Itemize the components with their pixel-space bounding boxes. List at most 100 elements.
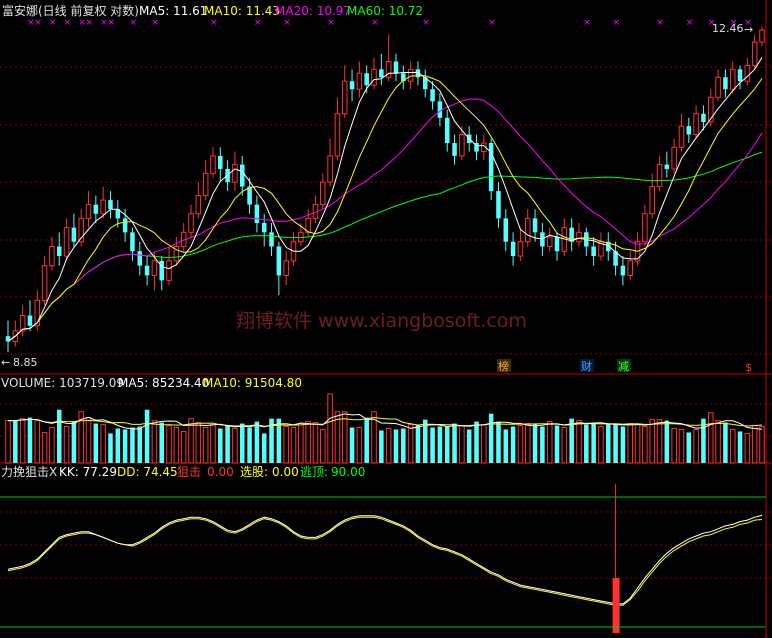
candle-body (188, 213, 194, 233)
top-signal-mark: × (371, 18, 379, 28)
volume-bar (620, 426, 626, 463)
indicator-title: 力挽狙击X (1, 465, 57, 479)
ma10-legend: MA10: 11.43 (204, 4, 280, 18)
volume-bar (613, 424, 618, 463)
candle-body (393, 61, 399, 74)
candle-body (488, 143, 494, 192)
tag-cai[interactable]: 财 (581, 359, 592, 373)
candle-body (261, 222, 267, 233)
volume-bar (364, 417, 369, 463)
top-signal-mark: × (583, 18, 591, 28)
candle-body (517, 241, 524, 257)
volume-bar (554, 425, 560, 463)
candle-body (122, 218, 128, 233)
tag-dollar[interactable]: $ (745, 361, 752, 374)
candle-body (93, 204, 99, 214)
top-signal-mark: × (86, 18, 94, 28)
volume-bar (715, 420, 721, 464)
volume-bar (218, 428, 223, 463)
candle-body (576, 231, 582, 243)
volume-bar (481, 424, 487, 464)
candle-body (41, 265, 48, 301)
top-signal-mark: × (64, 18, 72, 28)
volume-bar (19, 418, 26, 464)
candle-body (144, 265, 150, 276)
ma20-legend: MA20: 10.97 (275, 4, 351, 18)
tag-jian[interactable]: 减 (618, 360, 629, 373)
volume-bar (524, 423, 531, 464)
volume-bar (686, 432, 692, 463)
volume-bar (401, 428, 406, 463)
candle-body (701, 113, 706, 122)
volume-bar (474, 421, 479, 463)
volume-bar (693, 428, 699, 464)
candle-body (656, 164, 663, 188)
volume-bar (649, 419, 655, 464)
ma60-legend: MA60: 10.72 (347, 4, 423, 18)
volume-bar (723, 422, 728, 463)
candle-body (678, 125, 685, 148)
top-signal-mark: × (283, 18, 291, 28)
top-signal-mark: × (488, 18, 496, 28)
tag-bang[interactable]: 榜 (498, 359, 509, 373)
volume-bar (584, 424, 589, 463)
volume-bar (729, 428, 736, 464)
candle-body (108, 200, 113, 210)
volume-bar (305, 421, 311, 464)
candle-body (715, 76, 721, 98)
volume-bar (546, 421, 553, 464)
candle (488, 138, 494, 201)
volume-bar (437, 426, 443, 463)
candle-body (364, 73, 369, 86)
volume-bar (108, 433, 113, 463)
volume-bar (290, 427, 297, 464)
volume-bar (356, 427, 363, 464)
top-signal-mark: × (254, 18, 262, 28)
volume-bar (540, 426, 545, 463)
volume-bar (254, 421, 260, 463)
candle-body (166, 260, 172, 281)
volume-bar (496, 421, 501, 463)
volume-bar (430, 427, 435, 463)
pick-label: 选股: (240, 465, 268, 479)
snipe-label: 狙击 (177, 465, 201, 479)
candle-body (546, 236, 553, 247)
volume-bar (415, 424, 421, 463)
volume-bar (232, 427, 238, 464)
candle-body (341, 80, 348, 115)
volume-bar (115, 428, 121, 463)
candle-body (737, 69, 743, 82)
volume-bar (341, 411, 348, 464)
volume-bar (202, 427, 209, 464)
volume-bar (93, 423, 99, 463)
candle-body (27, 315, 33, 326)
volume-bar (239, 423, 245, 463)
candle-body (232, 164, 238, 183)
volume-bar (737, 431, 743, 463)
volume-bar (144, 409, 150, 463)
volume-bar (664, 420, 670, 463)
snipe-value: 0.00 (207, 465, 234, 479)
candle-body (210, 155, 216, 174)
max-price-label: 12.46 (712, 22, 744, 35)
min-price-arrow: ← (1, 356, 10, 369)
candle-body (100, 199, 106, 215)
top-signal-mark: × (129, 18, 137, 28)
candle-body (430, 89, 435, 102)
volume-bar (13, 420, 18, 463)
top-signal-mark: × (210, 18, 218, 28)
stock-chart: 翔博软件 www.xiangbosoft.com × × × × × × × × × × × × × × ×… (0, 0, 772, 638)
volume-bar (598, 426, 604, 464)
pick-value: 0.00 (272, 465, 299, 479)
candle-body (239, 164, 245, 187)
volume-bar (283, 426, 289, 464)
candle-body (159, 260, 164, 281)
candle-body (137, 251, 143, 266)
volume-bar (151, 420, 158, 464)
candle-body (269, 232, 274, 247)
candle-body (723, 77, 728, 90)
snipe-signal-bar (612, 578, 620, 633)
volume-bar (517, 425, 524, 464)
top-signal-mark: × (34, 18, 42, 28)
candle-body (327, 155, 333, 183)
